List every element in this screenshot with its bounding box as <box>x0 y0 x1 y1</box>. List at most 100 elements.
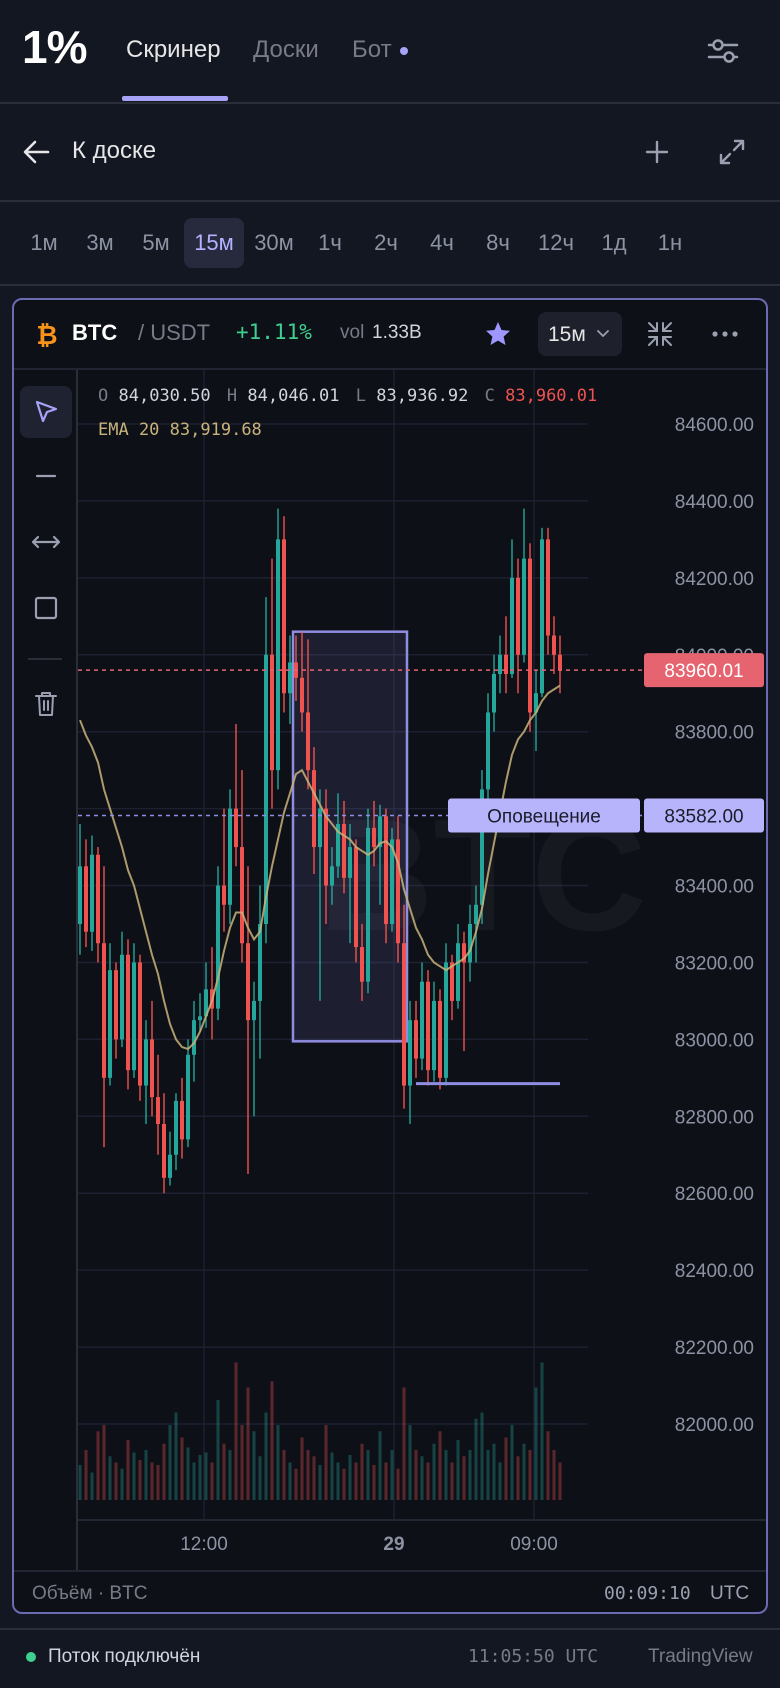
ema-legend: EMA 20 83,919.68 <box>98 420 262 440</box>
ohlc-low-label: L <box>355 386 366 406</box>
candle <box>498 654 502 674</box>
candle <box>384 816 388 924</box>
timeframe-1д[interactable]: 1д <box>592 218 636 268</box>
divider <box>0 284 780 286</box>
candle <box>246 943 250 1021</box>
candle <box>354 847 358 948</box>
ohlc-open: 84,030.50 <box>118 386 211 406</box>
tab-screener[interactable]: Скринер <box>126 36 221 64</box>
timeframe-3м[interactable]: 3м <box>78 218 122 268</box>
candle <box>132 962 136 1071</box>
volume-bar <box>336 1462 340 1500</box>
timeframe-30м[interactable]: 30м <box>244 218 304 268</box>
timezone-button[interactable]: UTC <box>710 1583 749 1605</box>
candle <box>144 1039 148 1086</box>
y-axis-label: 82800.00 <box>675 1107 754 1128</box>
volume-bar <box>426 1462 430 1500</box>
more-icon[interactable] <box>710 322 740 346</box>
candle <box>306 712 310 771</box>
cursor-icon[interactable] <box>20 386 72 438</box>
candle <box>330 866 334 886</box>
volume-bar <box>408 1425 412 1500</box>
plus-icon[interactable] <box>644 139 670 165</box>
volume-bar <box>210 1462 214 1500</box>
volume-bar <box>120 1468 124 1500</box>
candle <box>264 654 268 924</box>
candle <box>276 539 280 771</box>
price-change: +1.11% <box>236 320 312 344</box>
candle <box>228 808 232 905</box>
candle <box>372 827 376 848</box>
candlestick-chart[interactable]: BTC 84600.0084400.0084200.0084000.008380… <box>78 370 766 1570</box>
volume-bar <box>270 1381 274 1500</box>
candle <box>300 677 304 713</box>
volume-bar <box>420 1456 424 1500</box>
candle <box>486 712 490 790</box>
timeframe-1ч[interactable]: 1ч <box>308 218 352 268</box>
volume-bar <box>150 1462 154 1500</box>
candle <box>150 1039 154 1098</box>
volume-bar <box>432 1443 436 1500</box>
timeframe-12ч[interactable]: 12ч <box>530 218 582 268</box>
y-axis-label: 82600.00 <box>675 1184 754 1205</box>
alert-price-value: 83582.00 <box>664 807 743 828</box>
server-time: 11:05:50 UTC <box>468 1646 599 1667</box>
candle <box>444 962 448 1078</box>
arrow-left-icon[interactable] <box>22 138 52 166</box>
volume-value: 1.33B <box>372 322 422 343</box>
horizontal-line-icon[interactable] <box>20 450 72 502</box>
timeframe-2ч[interactable]: 2ч <box>364 218 408 268</box>
tab-boards[interactable]: Доски <box>253 36 319 64</box>
candle <box>216 885 220 1009</box>
volume-bar <box>312 1456 316 1500</box>
volume-bar <box>504 1437 508 1500</box>
volume-bar <box>498 1462 502 1500</box>
volume-bar <box>96 1431 100 1500</box>
volume-bar <box>78 1465 82 1500</box>
timeframe-8ч[interactable]: 8ч <box>476 218 520 268</box>
timeframe-5м[interactable]: 5м <box>134 218 178 268</box>
sliders-icon[interactable] <box>706 36 740 66</box>
app-logo[interactable]: 1% <box>22 20 87 74</box>
chart-plot[interactable]: BTC 84600.0084400.0084200.0084000.008380… <box>78 370 766 1570</box>
back-to-board-link[interactable]: К доске <box>72 137 156 165</box>
interval-select[interactable]: 15м <box>538 312 622 356</box>
volume-bar <box>156 1465 160 1500</box>
y-axis-label: 84400.00 <box>675 492 754 513</box>
volume-bar <box>558 1462 562 1500</box>
star-icon[interactable] <box>484 320 512 348</box>
symbol-name[interactable]: BTC <box>72 320 117 346</box>
timeframe-1м[interactable]: 1м <box>22 218 66 268</box>
candle <box>102 943 106 1078</box>
volume-bar <box>414 1450 418 1500</box>
volume-bar <box>396 1468 400 1500</box>
volume-bar <box>240 1425 244 1500</box>
candle <box>252 1000 256 1021</box>
volume-bar <box>192 1462 196 1500</box>
timeframe-4ч[interactable]: 4ч <box>420 218 464 268</box>
ohlc-open-label: O <box>98 386 109 406</box>
trash-icon[interactable] <box>20 678 72 730</box>
rectangle-icon[interactable] <box>20 582 72 634</box>
ohlc-low: 83,936.92 <box>376 386 469 406</box>
volume-bar <box>438 1431 442 1500</box>
quote-currency: / USDT <box>138 320 211 345</box>
chart-header: ₿ BTC / USDT +1.11% vol 1.33B 15м <box>14 300 766 370</box>
volume-bar <box>264 1412 268 1500</box>
candle <box>240 847 244 944</box>
collapse-icon[interactable] <box>646 320 674 348</box>
volume-bar <box>198 1455 202 1500</box>
tab-bot[interactable]: Бот <box>352 36 408 64</box>
timeframe-15м[interactable]: 15м <box>184 218 244 268</box>
expand-icon[interactable] <box>718 138 746 166</box>
candle <box>78 866 82 924</box>
measure-icon[interactable] <box>20 516 72 568</box>
volume-bar <box>444 1450 448 1500</box>
volume-bar <box>462 1456 466 1500</box>
timeframe-1н[interactable]: 1н <box>648 218 692 268</box>
volume-bar <box>348 1455 352 1500</box>
drawing-toolbar <box>14 370 78 1570</box>
y-axis-label: 84600.00 <box>675 415 754 436</box>
status-bar: Поток подключён 11:05:50 UTC TradingView <box>0 1630 780 1688</box>
y-axis-label: 83400.00 <box>675 877 754 898</box>
